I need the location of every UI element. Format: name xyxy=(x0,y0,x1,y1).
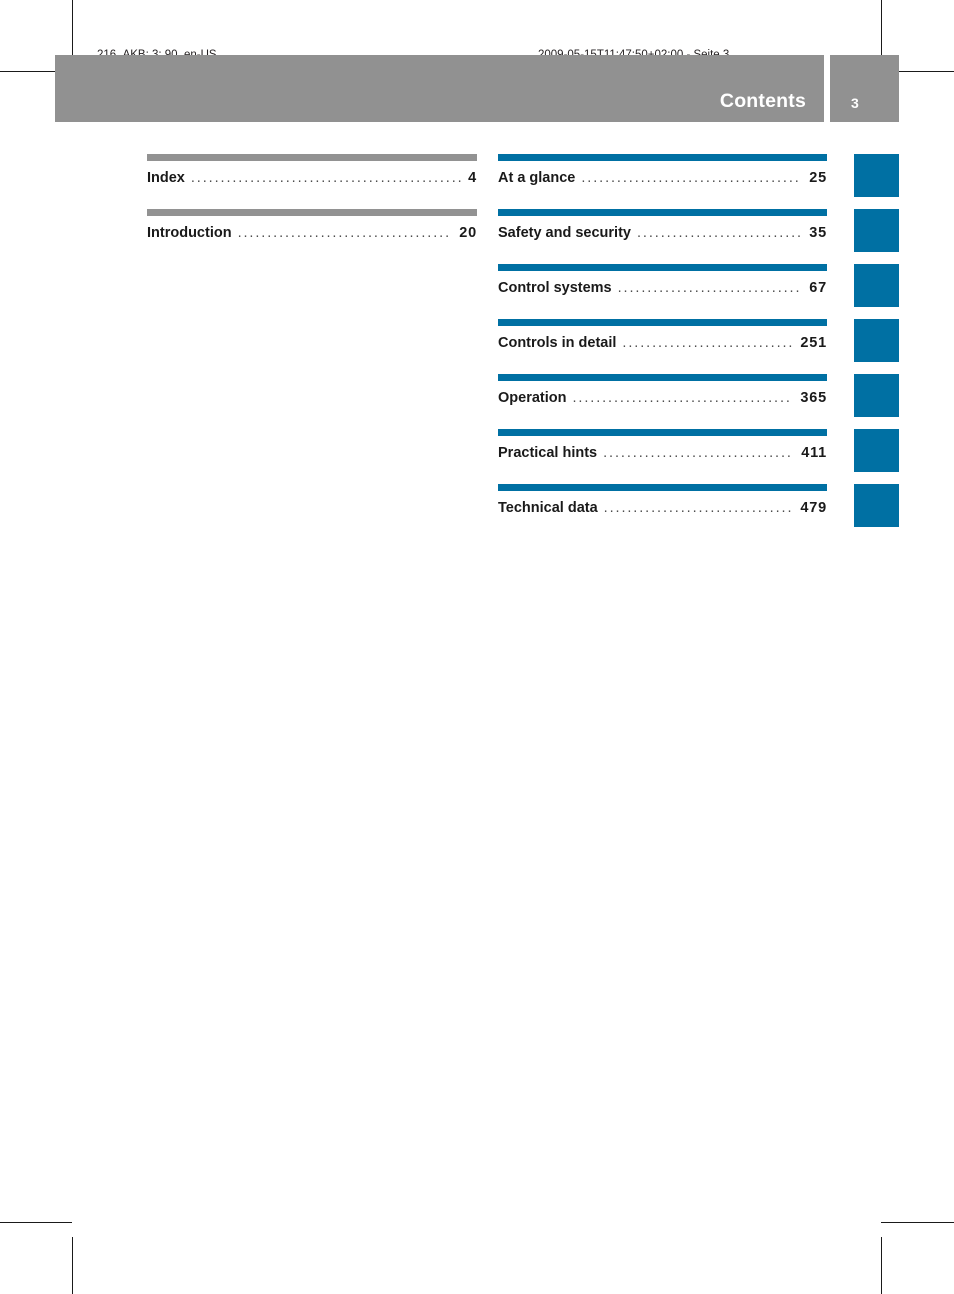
toc-column-left: Index...................................… xyxy=(147,148,477,258)
toc-dot-leader: ........................................… xyxy=(622,335,794,351)
toc-entry-label: Operation xyxy=(498,390,567,406)
toc-entry-line: Index...................................… xyxy=(147,170,477,186)
toc-entry[interactable]: Safety and security.....................… xyxy=(498,203,827,258)
toc-dot-leader: ........................................… xyxy=(603,445,794,461)
toc-entry-rule xyxy=(498,264,827,271)
toc-entry-label: Safety and security xyxy=(498,225,631,241)
toc-entry-rule xyxy=(498,319,827,326)
toc-dot-leader: ........................................… xyxy=(617,280,803,296)
toc-entry-page-number: 411 xyxy=(801,445,827,461)
toc-entry-rule xyxy=(498,429,827,436)
crop-mark-bottom-left-horizontal xyxy=(0,1222,72,1223)
crop-mark-bottom-right-vertical xyxy=(881,1237,882,1294)
toc-entry-page-number: 67 xyxy=(809,280,827,296)
toc-entry-line: Introduction............................… xyxy=(147,225,477,241)
toc-entry-label: Practical hints xyxy=(498,445,598,461)
toc-dot-leader: ........................................… xyxy=(190,170,461,186)
thumb-index-tabs xyxy=(854,154,899,539)
page-folio-box: 3 xyxy=(830,55,899,122)
toc-entry-rule xyxy=(498,374,827,381)
toc-entry[interactable]: Technical data..........................… xyxy=(498,478,827,533)
toc-entry-line: Control systems.........................… xyxy=(498,280,827,296)
thumb-index-tab[interactable] xyxy=(854,319,899,362)
toc-entry-rule xyxy=(498,209,827,216)
toc-entry[interactable]: At a glance.............................… xyxy=(498,148,827,203)
thumb-index-tab[interactable] xyxy=(854,429,899,472)
toc-entry-line: At a glance.............................… xyxy=(498,170,827,186)
toc-entry-label: Controls in detail xyxy=(498,335,617,351)
toc-entry-page-number: 35 xyxy=(809,225,827,241)
toc-entry[interactable]: Controls in detail......................… xyxy=(498,313,827,368)
toc-entry-line: Practical hints.........................… xyxy=(498,445,827,461)
toc-entry-rule xyxy=(498,154,827,161)
thumb-index-tab[interactable] xyxy=(854,484,899,527)
toc-entry[interactable]: Control systems.........................… xyxy=(498,258,827,313)
thumb-index-tab[interactable] xyxy=(854,264,899,307)
toc-entry-rule xyxy=(147,209,477,216)
toc-entry-label: Control systems xyxy=(498,280,612,296)
toc-dot-leader: ........................................… xyxy=(581,170,802,186)
toc-entry-label: At a glance xyxy=(498,170,576,186)
thumb-index-tab[interactable] xyxy=(854,209,899,252)
toc-entry-line: Technical data..........................… xyxy=(498,500,827,516)
toc-entry-rule xyxy=(147,154,477,161)
crop-mark-bottom-left-vertical xyxy=(72,1237,73,1294)
toc-entry-page-number: 365 xyxy=(800,390,827,406)
toc-entry[interactable]: Introduction............................… xyxy=(147,203,477,258)
page-number: 3 xyxy=(851,95,859,111)
toc-entry[interactable]: Practical hints.........................… xyxy=(498,423,827,478)
toc-entry-label: Index xyxy=(147,170,185,186)
toc-column-right: At a glance.............................… xyxy=(498,148,827,533)
toc-entry-line: Controls in detail......................… xyxy=(498,335,827,351)
thumb-index-tab[interactable] xyxy=(854,154,899,197)
toc-entry-page-number: 4 xyxy=(468,170,477,186)
toc-entry-page-number: 251 xyxy=(800,335,827,351)
toc-dot-leader: ........................................… xyxy=(636,225,802,241)
toc-entry-line: Safety and security.....................… xyxy=(498,225,827,241)
toc-entry[interactable]: Operation...............................… xyxy=(498,368,827,423)
crop-mark-bottom-right-horizontal xyxy=(881,1222,954,1223)
toc-entry-line: Operation...............................… xyxy=(498,390,827,406)
toc-entry-rule xyxy=(498,484,827,491)
toc-entry-page-number: 479 xyxy=(800,500,827,516)
toc-entry[interactable]: Index...................................… xyxy=(147,148,477,203)
page-title: Contents xyxy=(719,90,806,112)
toc-entry-label: Introduction xyxy=(147,225,232,241)
running-head-band: Contents xyxy=(55,55,824,122)
toc-dot-leader: ........................................… xyxy=(603,500,794,516)
toc-entry-page-number: 25 xyxy=(809,170,827,186)
toc-dot-leader: ........................................… xyxy=(237,225,453,241)
toc-dot-leader: ........................................… xyxy=(572,390,793,406)
toc-entry-page-number: 20 xyxy=(459,225,477,241)
thumb-index-tab[interactable] xyxy=(854,374,899,417)
toc-entry-label: Technical data xyxy=(498,500,598,516)
